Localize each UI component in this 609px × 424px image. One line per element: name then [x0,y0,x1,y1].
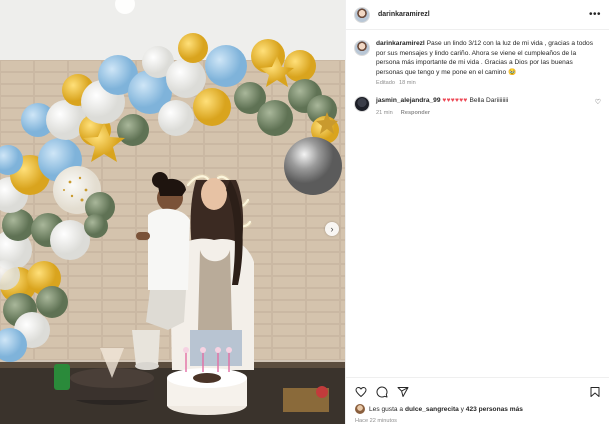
caption-text: darinkaramirezl Pase un lindo 3/12 con l… [376,39,601,77]
comment-meta: 21 min Responder [376,110,595,116]
post-photo[interactable]: › [0,0,345,424]
edited-label: Editado [376,80,395,87]
likes-others[interactable]: 423 personas más [466,406,523,413]
reply-button[interactable]: Responder [401,110,430,116]
comment-icon[interactable] [376,386,388,398]
action-bar: Les gusta a dulce_sangrecita y 423 perso… [346,377,609,424]
caption-meta: Editado 18 min [376,80,601,86]
post-viewer: › darinkaramirezl ••• darinkaramirezl Pa… [0,0,609,424]
likes-summary: Les gusta a dulce_sangrecita y 423 perso… [346,398,609,414]
liker-avatar[interactable] [355,404,365,414]
caption-time: 18 min [398,80,416,87]
likes-prefix: Les gusta a [369,405,404,413]
party-scene [0,0,345,424]
chevron-right-icon: › [330,224,334,234]
comment-body: Bella Dariiiiiiii [469,97,509,105]
commenter-username[interactable]: jasmin_alejandra_99 [376,97,441,104]
comment-hearts: ♥♥♥♥♥♥ [442,97,468,105]
comment-text: jasmin_alejandra_99 ♥♥♥♥♥♥ Bella Dariiii… [376,96,595,106]
caption-username[interactable]: darinkaramirezl [376,40,425,47]
likes-connector: y [460,405,464,413]
bookmark-icon[interactable] [589,386,601,398]
likes-user[interactable]: dulce_sangrecita [405,406,459,413]
next-photo-button[interactable]: › [325,222,339,236]
post-panel: darinkaramirezl ••• darinkaramirezl Pase… [345,0,609,424]
more-icon[interactable]: ••• [589,9,601,20]
commenter-avatar[interactable] [354,96,370,113]
author-avatar[interactable] [354,6,370,23]
post-timestamp: Hace 22 minutos [355,418,397,424]
comment-time: 21 min [376,109,393,116]
heart-icon[interactable] [355,386,367,398]
share-icon[interactable] [397,386,409,398]
caption-avatar[interactable] [354,40,370,56]
comment: jasmin_alejandra_99 ♥♥♥♥♥♥ Bella Dariiii… [346,86,609,116]
post-header: darinkaramirezl ••• [346,0,609,30]
caption: darinkaramirezl Pase un lindo 3/12 con l… [346,30,609,86]
author-username[interactable]: darinkaramirezl [378,11,430,18]
comment-like-heart-icon[interactable]: ♡ [595,96,601,116]
